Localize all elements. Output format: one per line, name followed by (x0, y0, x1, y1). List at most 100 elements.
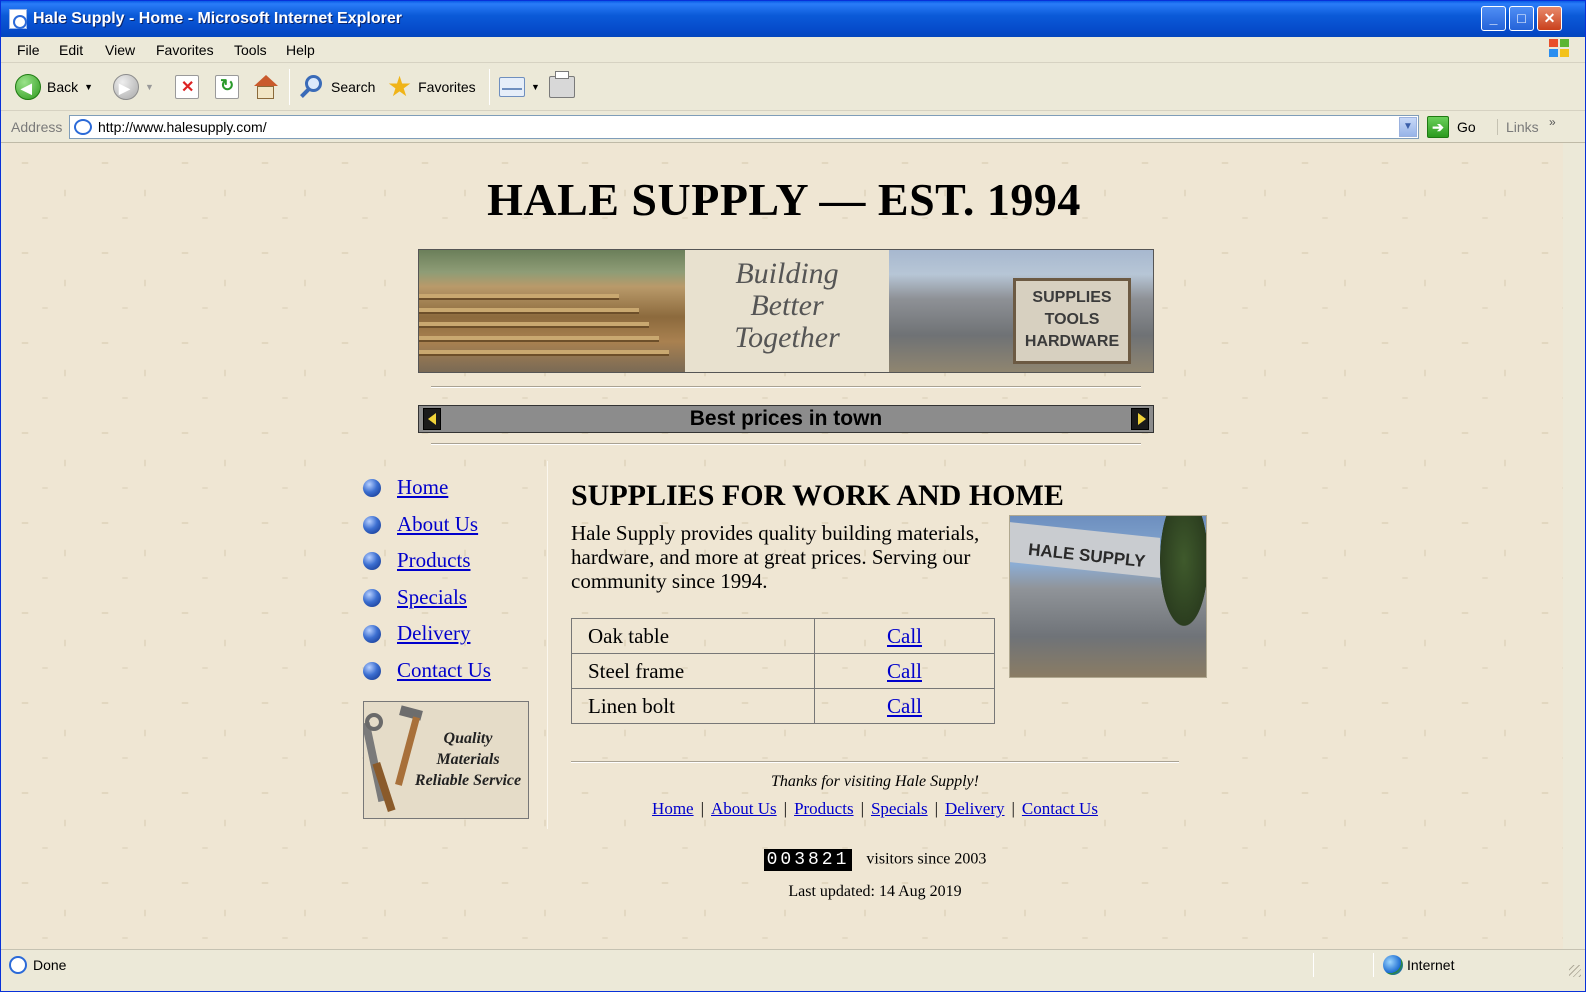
ie-page-icon (74, 119, 92, 135)
tagline-line: Together (734, 321, 840, 354)
menu-tools[interactable]: Tools (234, 42, 267, 58)
header-banner: Building Better Together SUPPLIES TOOLS … (418, 249, 1154, 373)
window-title: Hale Supply - Home - Microsoft Internet … (33, 10, 402, 27)
call-link[interactable]: Call (887, 659, 922, 683)
favorites-label: Favorites (418, 79, 476, 95)
globe-icon (1383, 955, 1403, 975)
bullet-icon (363, 478, 381, 497)
nav-link-delivery[interactable]: Delivery (397, 621, 470, 646)
back-label: Back (47, 79, 79, 95)
bullet-icon (363, 515, 381, 534)
footer-link-home[interactable]: Home (652, 799, 694, 818)
promo-text: Quality Materials Reliable Service (408, 728, 528, 791)
chevron-right-icon[interactable]: » (1549, 115, 1556, 129)
nav-item-delivery: Delivery (363, 621, 470, 646)
windows-logo-icon (1549, 39, 1571, 59)
resize-grip[interactable] (1569, 965, 1581, 977)
visitor-counter-row: 003821 visitors since 2003 (5, 849, 1563, 871)
go-label: Go (1457, 119, 1476, 135)
item-name: Oak table (571, 618, 815, 654)
table-row: Steel frame Call (571, 653, 995, 689)
bullet-icon (363, 588, 381, 607)
store-photo: HALE SUPPLY (1009, 515, 1207, 678)
intro-text: Hale Supply provides quality building ma… (571, 521, 980, 593)
menu-edit[interactable]: Edit (59, 42, 83, 58)
footer-link-contact[interactable]: Contact Us (1022, 799, 1098, 818)
links-button[interactable]: Links (1497, 119, 1539, 135)
back-dropdown-icon[interactable]: ▼ (84, 82, 93, 92)
address-url[interactable]: http://www.halesupply.com/ (98, 119, 267, 135)
printer-icon (549, 71, 575, 98)
table-cell: Call (814, 653, 995, 689)
promo-box: Quality Materials Reliable Service (363, 701, 529, 819)
marquee-text: Best prices in town (689, 407, 883, 430)
status-bar: Done Internet (1, 949, 1585, 979)
ie-page-icon (9, 956, 27, 974)
favorites-button[interactable]: ★ Favorites (387, 73, 476, 101)
call-link[interactable]: Call (887, 624, 922, 648)
forward-dropdown-icon[interactable]: ▼ (145, 82, 154, 92)
menu-file[interactable]: File (17, 42, 40, 58)
mail-button[interactable]: ▼ (499, 73, 540, 101)
nav-item-contact: Contact Us (363, 658, 491, 683)
go-button[interactable]: ➔ Go (1427, 116, 1476, 138)
stop-icon: ✕ (175, 75, 199, 99)
promo-line: Reliable Service (414, 772, 522, 789)
home-button[interactable] (253, 73, 278, 101)
forward-button[interactable]: ▶ ▼ (113, 73, 154, 101)
arrow-right-icon (1131, 408, 1149, 430)
promo-line: Materials (436, 751, 500, 768)
call-link[interactable]: Call (887, 694, 922, 718)
footer-link-delivery[interactable]: Delivery (945, 799, 1004, 818)
tagline-line: Better (750, 289, 824, 322)
address-dropdown-icon[interactable]: ▼ (1399, 117, 1417, 137)
nav-link-products[interactable]: Products (397, 548, 471, 573)
toolbar-separator (289, 69, 290, 105)
pipe-separator: | (783, 799, 788, 818)
marquee-banner: Best prices in town (418, 405, 1154, 433)
menu-help[interactable]: Help (286, 42, 315, 58)
column-divider (547, 461, 548, 829)
print-button[interactable] (549, 71, 575, 101)
nav-item-home: Home (363, 475, 448, 500)
toolbar-separator (489, 69, 490, 105)
counter-label: visitors since 2003 (866, 850, 987, 868)
title-bar[interactable]: Hale Supply - Home - Microsoft Internet … (1, 1, 1585, 37)
nav-link-contact[interactable]: Contact Us (397, 658, 491, 683)
maximize-button[interactable]: □ (1509, 6, 1534, 31)
storefront-sign: SUPPLIES TOOLS HARDWARE (1013, 278, 1131, 364)
refresh-button[interactable]: ↻ (215, 73, 239, 101)
mail-dropdown-icon[interactable]: ▼ (531, 82, 540, 92)
web-page: HALE SUPPLY — EST. 1994 Building Better … (5, 143, 1563, 949)
browser-window: Hale Supply - Home - Microsoft Internet … (0, 0, 1586, 992)
search-button[interactable]: Search (299, 73, 375, 101)
banner-tagline: Building Better Together (685, 258, 889, 354)
footer-link-about[interactable]: About Us (711, 799, 777, 818)
forward-arrow-icon: ▶ (113, 74, 139, 100)
search-label: Search (331, 79, 376, 95)
menu-favorites[interactable]: Favorites (156, 42, 214, 58)
site-title: HALE SUPPLY — EST. 1994 (487, 174, 1081, 225)
nav-link-home[interactable]: Home (397, 475, 448, 500)
back-button[interactable]: ◀ Back ▼ (15, 73, 93, 101)
footer-link-products[interactable]: Products (794, 799, 854, 818)
bullet-icon (363, 624, 381, 643)
minimize-button[interactable]: _ (1481, 6, 1506, 31)
back-arrow-icon: ◀ (15, 74, 41, 100)
hit-counter: 003821 (763, 849, 853, 871)
footer-nav: Home | About Us | Products | Specials | Delivery… (571, 799, 1179, 819)
footer-link-specials[interactable]: Specials (871, 799, 928, 818)
sign-line: SUPPLIES (1032, 289, 1112, 306)
stop-button[interactable]: ✕ (175, 73, 199, 101)
nav-link-specials[interactable]: Specials (397, 585, 467, 610)
close-button[interactable]: ✕ (1537, 6, 1562, 31)
table-row: Oak table Call (571, 618, 995, 654)
nav-link-about[interactable]: About Us (397, 512, 478, 537)
nav-item-about: About Us (363, 512, 478, 537)
menu-bar: File Edit View Favorites Tools Help (1, 37, 1585, 63)
tree-image (1160, 516, 1206, 626)
address-input[interactable]: http://www.halesupply.com/ ▼ (69, 115, 1419, 139)
home-icon (253, 75, 278, 99)
item-name: Linen bolt (571, 688, 815, 724)
menu-view[interactable]: View (105, 42, 135, 58)
